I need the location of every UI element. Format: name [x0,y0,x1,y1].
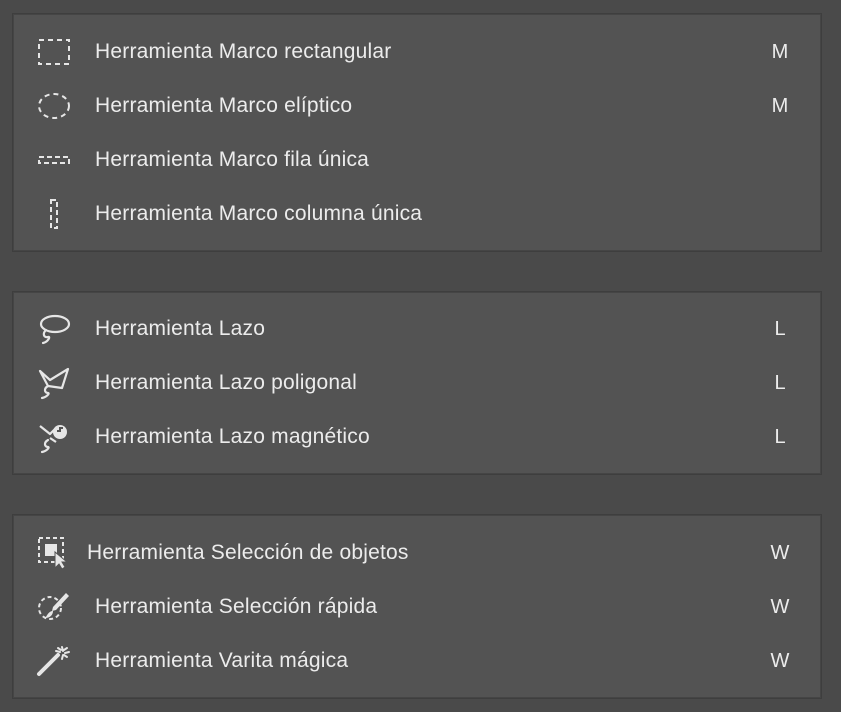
tool-label: Herramienta Selección de objetos [87,541,409,564]
magic-wand-icon [34,641,74,681]
magnetic-lasso-icon [34,417,74,457]
tool-item-lasso[interactable]: Herramienta Lazo L [14,302,820,356]
tool-label: Herramienta Marco rectangular [95,40,392,63]
tool-shortcut: W [770,649,790,672]
tool-shortcut: M [771,94,789,117]
tool-item-polygonal-lasso[interactable]: Herramienta Lazo poligonal L [14,356,820,410]
tool-item-single-row-marquee[interactable]: Herramienta Marco fila única [14,133,820,187]
tool-shortcut: L [774,371,786,394]
object-selection-icon [34,533,74,573]
tool-flyout-screen: Herramienta Marco rectangular M Herramie… [0,0,841,712]
tool-shortcut: W [770,541,790,564]
tool-label: Herramienta Lazo poligonal [95,371,358,394]
tool-item-object-selection[interactable]: Herramienta Selección de objetos W [14,526,820,580]
tool-item-magic-wand[interactable]: Herramienta Varita mágica W [14,634,820,688]
single-column-marquee-icon [34,194,74,234]
tool-shortcut: M [771,40,789,63]
rectangular-marquee-icon [34,32,74,72]
elliptical-marquee-icon [34,86,74,126]
quick-selection-icon [34,587,74,627]
tool-label: Herramienta Marco columna única [95,202,423,225]
lasso-tools-flyout: Herramienta Lazo L Herramienta Lazo poli… [13,292,821,474]
tool-shortcut: L [774,317,786,340]
tool-shortcut: W [770,595,790,618]
tool-item-magnetic-lasso[interactable]: Herramienta Lazo magnético L [14,410,820,464]
selection-tools-flyout: Herramienta Selección de objetos W Herra… [13,515,821,698]
tool-shortcut: L [774,425,786,448]
polygonal-lasso-icon [34,363,74,403]
lasso-icon [34,309,74,349]
tool-item-elliptical-marquee[interactable]: Herramienta Marco elíptico M [14,79,820,133]
tool-label: Herramienta Selección rápida [95,595,378,618]
marquee-tools-flyout: Herramienta Marco rectangular M Herramie… [13,14,821,251]
tool-item-rectangular-marquee[interactable]: Herramienta Marco rectangular M [14,25,820,79]
tool-label: Herramienta Lazo [95,317,266,340]
tool-label: Herramienta Varita mágica [95,649,349,672]
single-row-marquee-icon [34,140,74,180]
tool-label: Herramienta Marco fila única [95,148,370,171]
tool-item-quick-selection[interactable]: Herramienta Selección rápida W [14,580,820,634]
tool-label: Herramienta Marco elíptico [95,94,353,117]
tool-item-single-column-marquee[interactable]: Herramienta Marco columna única [14,187,820,241]
tool-label: Herramienta Lazo magnético [95,425,370,448]
